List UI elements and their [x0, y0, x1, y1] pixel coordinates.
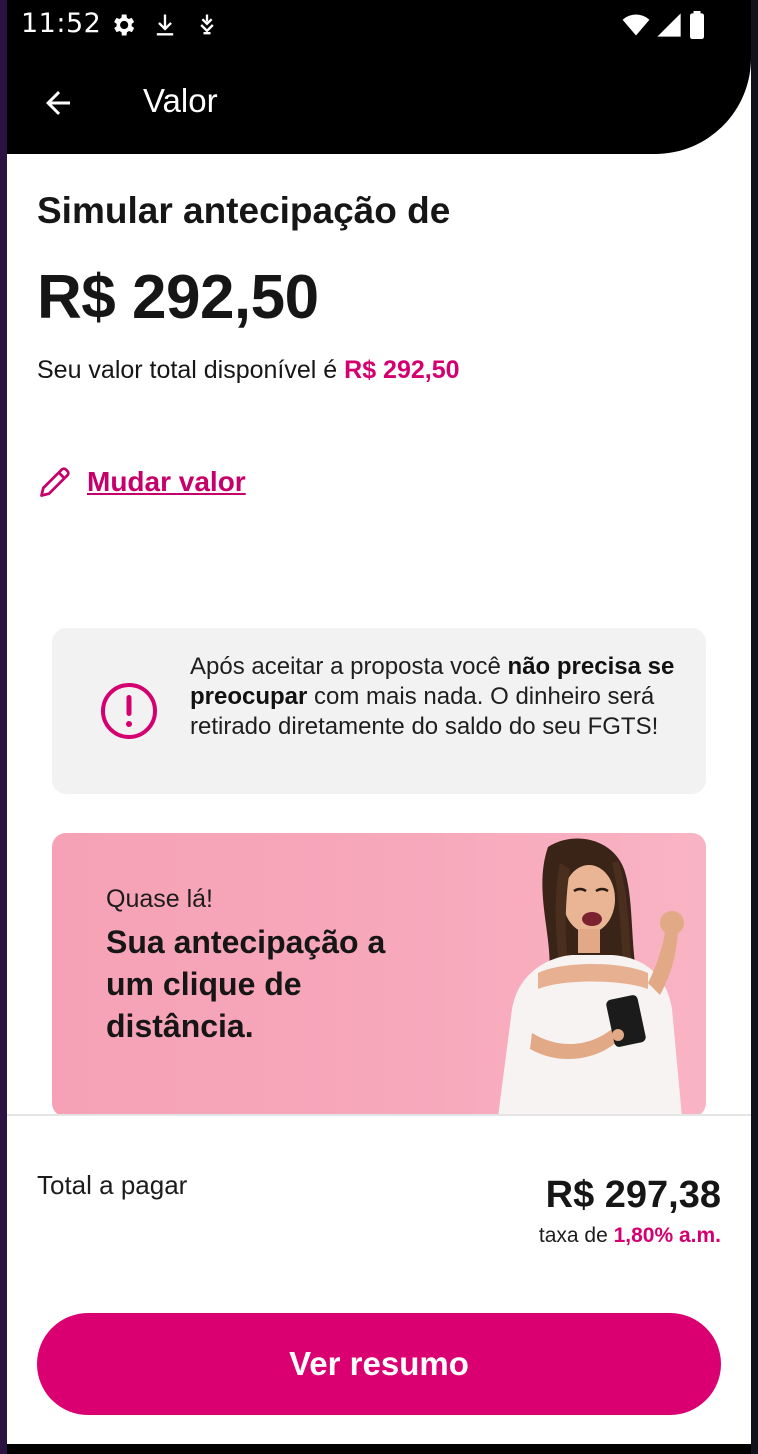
wifi-icon — [622, 14, 650, 36]
woman-with-phone-image — [498, 838, 684, 1117]
window-edge-right — [751, 0, 758, 1454]
gear-icon — [114, 14, 135, 36]
status-bar: 11:52 — [7, 0, 751, 52]
signal-icon — [657, 13, 681, 37]
window-edge-left — [0, 0, 7, 1454]
promo-banner: Quase lá! Sua antecipação a um clique de… — [52, 833, 706, 1117]
alert-circle-icon — [101, 683, 157, 739]
available-value-line: Seu valor total disponível é R$ 292,50 — [37, 356, 460, 385]
rate-value: 1,80% a.m. — [613, 1224, 721, 1247]
available-amount: R$ 292,50 — [344, 356, 460, 384]
info-text: Após aceitar a proposta você não precisa… — [190, 652, 690, 742]
total-label: Total a pagar — [37, 1170, 188, 1200]
see-summary-button[interactable]: Ver resumo — [37, 1313, 721, 1415]
app-bar: Valor — [7, 52, 751, 154]
battery-icon — [690, 11, 704, 39]
change-value-link[interactable]: Mudar valor — [37, 464, 246, 500]
arrow-left-icon[interactable] — [40, 85, 76, 121]
rate-line: taxa de 1,80% a.m. — [539, 1224, 721, 1248]
headline: Simular antecipação de — [37, 190, 451, 231]
available-prefix: Seu valor total disponível é — [37, 356, 345, 384]
simulation-amount: R$ 292,50 — [37, 263, 319, 332]
pencil-icon[interactable] — [37, 464, 73, 500]
download-alt-icon — [200, 14, 214, 35]
app-screen: 11:52 Valor Simular antecipação de R$ 29… — [7, 0, 751, 1444]
footer: Total a pagar R$ 297,38 taxa de 1,80% a.… — [7, 1114, 751, 1444]
info-text-part-1: Após aceitar a proposta você — [190, 653, 508, 680]
page-title: Valor — [143, 82, 218, 119]
promo-subtitle: Quase lá! — [106, 885, 214, 913]
back-button[interactable] — [37, 82, 79, 124]
total-value: R$ 297,38 — [545, 1174, 721, 1216]
status-time: 11:52 — [21, 8, 102, 39]
promo-title: Sua antecipação a um clique de distância… — [106, 924, 386, 1044]
download-icon — [156, 14, 174, 36]
rate-prefix: taxa de — [538, 1224, 614, 1247]
info-card: Após aceitar a proposta você não precisa… — [52, 628, 706, 794]
change-value-label[interactable]: Mudar valor — [87, 466, 246, 498]
status-icons-right — [621, 11, 707, 39]
